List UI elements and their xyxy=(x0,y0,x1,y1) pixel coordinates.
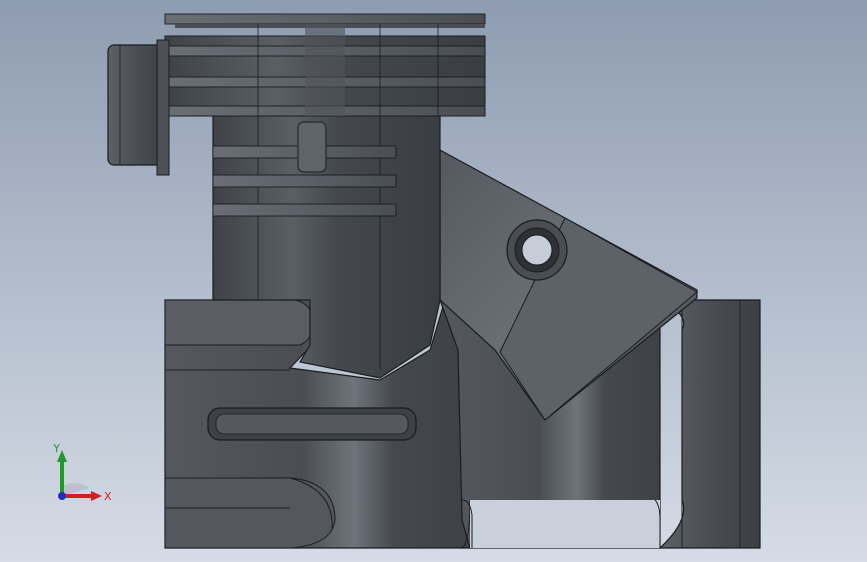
y-axis-label: Y xyxy=(52,442,60,455)
exhaust-port[interactable] xyxy=(107,39,170,176)
cylinder-head[interactable] xyxy=(164,13,486,117)
x-axis-arrowhead xyxy=(91,491,102,501)
z-axis xyxy=(58,492,66,500)
coordinate-triad: Y X xyxy=(52,442,112,503)
graphics-viewport[interactable]: Y X xyxy=(0,0,867,562)
mount-hole xyxy=(521,234,553,266)
cylinder-boss xyxy=(297,121,327,173)
engine-crankcase-model[interactable] xyxy=(0,0,867,562)
x-axis-label: X xyxy=(104,490,112,503)
